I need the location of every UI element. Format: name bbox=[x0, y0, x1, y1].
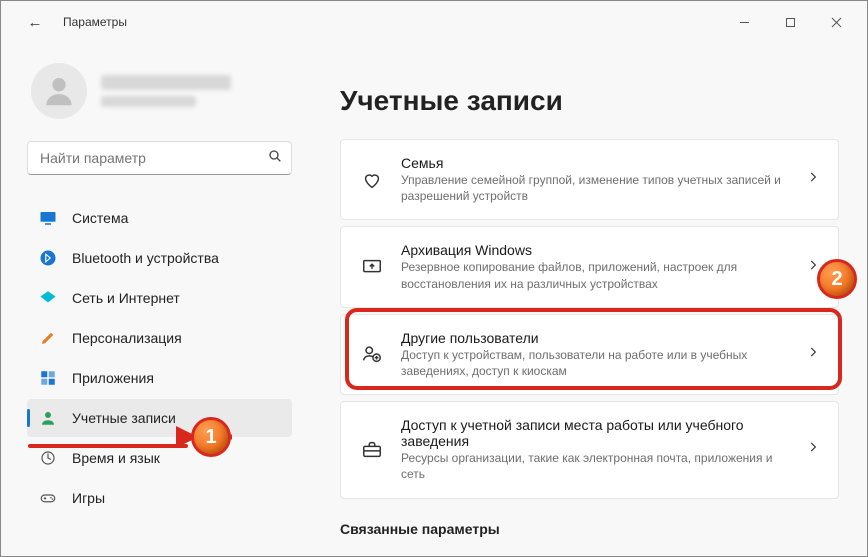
avatar bbox=[31, 63, 87, 119]
chevron-right-icon bbox=[806, 345, 820, 364]
sidebar-item-bluetooth[interactable]: Bluetooth и устройства bbox=[27, 239, 292, 277]
sidebar-item-personalization[interactable]: Персонализация bbox=[27, 319, 292, 357]
bluetooth-icon bbox=[39, 249, 57, 267]
card-desc: Ресурсы организации, такие как электронн… bbox=[401, 450, 788, 482]
card-list: Семья Управление семейной группой, измен… bbox=[340, 139, 839, 499]
wifi-icon bbox=[39, 289, 57, 307]
main-panel: Учетные записи Семья Управление семейной… bbox=[306, 43, 867, 556]
chevron-right-icon bbox=[806, 258, 820, 277]
backup-icon bbox=[361, 256, 383, 278]
sidebar-item-label: Учетные записи bbox=[72, 410, 176, 426]
window-title: Параметры bbox=[63, 15, 127, 29]
sidebar-item-network[interactable]: Сеть и Интернет bbox=[27, 279, 292, 317]
card-family[interactable]: Семья Управление семейной группой, измен… bbox=[340, 139, 839, 220]
search-box[interactable] bbox=[27, 141, 292, 175]
page-title: Учетные записи bbox=[340, 85, 839, 117]
profile-name-blurred bbox=[101, 75, 231, 90]
sidebar-item-system[interactable]: Система bbox=[27, 199, 292, 237]
profile-text bbox=[101, 75, 231, 107]
card-body: Доступ к учетной записи места работы или… bbox=[401, 417, 788, 482]
card-backup[interactable]: Архивация Windows Резервное копирование … bbox=[340, 226, 839, 307]
card-body: Семья Управление семейной группой, измен… bbox=[401, 155, 788, 204]
sidebar-item-label: Bluetooth и устройства bbox=[72, 250, 219, 266]
back-button[interactable]: ← bbox=[21, 8, 49, 36]
family-icon bbox=[361, 169, 383, 191]
card-title: Доступ к учетной записи места работы или… bbox=[401, 417, 788, 449]
nav-list: Система Bluetooth и устройства Сеть и Ин… bbox=[27, 199, 292, 517]
settings-window: ← Параметры bbox=[0, 0, 868, 557]
card-title: Другие пользователи bbox=[401, 330, 788, 346]
card-title: Семья bbox=[401, 155, 788, 171]
close-button[interactable] bbox=[813, 6, 859, 38]
sidebar-item-label: Система bbox=[72, 210, 128, 226]
profile-block[interactable] bbox=[31, 63, 292, 119]
profile-email-blurred bbox=[101, 96, 196, 107]
window-controls bbox=[721, 6, 859, 38]
chevron-right-icon bbox=[806, 170, 820, 189]
minimize-button[interactable] bbox=[721, 6, 767, 38]
sidebar-item-apps[interactable]: Приложения bbox=[27, 359, 292, 397]
sidebar-item-time-language[interactable]: Время и язык bbox=[27, 439, 292, 477]
search-input[interactable] bbox=[40, 150, 267, 166]
sidebar-item-label: Приложения bbox=[72, 370, 154, 386]
maximize-button[interactable] bbox=[767, 6, 813, 38]
search-icon[interactable] bbox=[267, 148, 283, 169]
content-area: Система Bluetooth и устройства Сеть и Ин… bbox=[1, 43, 867, 556]
card-other-users[interactable]: Другие пользователи Доступ к устройствам… bbox=[340, 314, 839, 395]
subheading-related: Связанные параметры bbox=[340, 521, 839, 537]
gamepad-icon bbox=[39, 489, 57, 507]
sidebar: Система Bluetooth и устройства Сеть и Ин… bbox=[1, 43, 306, 556]
briefcase-icon bbox=[361, 439, 383, 461]
person-icon bbox=[39, 409, 57, 427]
card-body: Архивация Windows Резервное копирование … bbox=[401, 242, 788, 291]
sidebar-item-label: Персонализация bbox=[72, 330, 182, 346]
card-title: Архивация Windows bbox=[401, 242, 788, 258]
sidebar-item-label: Сеть и Интернет bbox=[72, 290, 180, 306]
titlebar: ← Параметры bbox=[1, 1, 867, 43]
apps-icon bbox=[39, 369, 57, 387]
brush-icon bbox=[39, 329, 57, 347]
card-desc: Управление семейной группой, изменение т… bbox=[401, 172, 788, 204]
card-desc: Доступ к устройствам, пользователи на ра… bbox=[401, 347, 788, 379]
card-desc: Резервное копирование файлов, приложений… bbox=[401, 259, 788, 291]
sidebar-item-games[interactable]: Игры bbox=[27, 479, 292, 517]
sidebar-item-label: Игры bbox=[72, 490, 105, 506]
chevron-right-icon bbox=[806, 440, 820, 459]
display-icon bbox=[39, 209, 57, 227]
sidebar-item-label: Время и язык bbox=[72, 450, 160, 466]
clock-globe-icon bbox=[39, 449, 57, 467]
sidebar-item-accounts[interactable]: Учетные записи bbox=[27, 399, 292, 437]
card-body: Другие пользователи Доступ к устройствам… bbox=[401, 330, 788, 379]
card-work-school[interactable]: Доступ к учетной записи места работы или… bbox=[340, 401, 839, 498]
users-add-icon bbox=[361, 343, 383, 365]
